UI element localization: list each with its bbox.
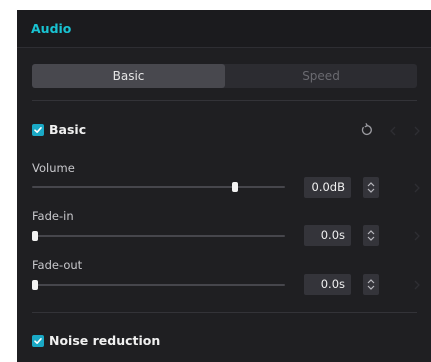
checkmark-icon [34,338,42,344]
tab-basic[interactable]: Basic [32,64,225,88]
fade-in-slider-thumb[interactable] [32,231,38,241]
volume-value-field[interactable]: 0.0dB [304,177,351,198]
basic-checkbox[interactable] [32,124,44,136]
volume-label: Volume [32,161,75,175]
panel-title: Audio [31,21,72,36]
volume-stepper[interactable] [363,177,379,198]
checkmark-icon [34,127,42,133]
volume-slider-track[interactable] [32,186,285,188]
tab-speed[interactable]: Speed [225,64,417,88]
volume-slider-thumb[interactable] [232,182,239,192]
audio-panel: Audio Basic Speed Basic Volume 0.0dB Fad… [17,10,431,362]
divider [32,312,417,313]
fade-in-value-field[interactable]: 0.0s [304,225,351,246]
stepper-arrows-icon [367,230,375,241]
chevron-right-icon [414,126,420,136]
fade-out-label: Fade-out [32,258,83,272]
screenshot-frame: Audio Basic Speed Basic Volume 0.0dB Fad… [0,0,431,362]
fade-in-stepper[interactable] [363,225,379,246]
divider [32,100,417,101]
reset-icon[interactable] [360,123,374,137]
stepper-arrows-icon [367,182,375,193]
basic-section-label: Basic [49,122,87,137]
stepper-arrows-icon [367,279,375,290]
basic-section-header: Basic [32,122,232,139]
fade-out-keyframe-icon [414,280,420,290]
fade-out-slider-track[interactable] [32,284,285,286]
fade-out-stepper[interactable] [363,274,379,295]
volume-keyframe-icon [414,183,420,193]
chevron-left-icon [390,126,396,136]
fade-in-label: Fade-in [32,209,74,223]
fade-out-value-field[interactable]: 0.0s [304,274,351,295]
fade-out-slider-thumb[interactable] [32,280,38,290]
noise-reduction-label: Noise reduction [49,333,161,348]
tab-bar: Basic Speed [32,64,417,88]
noise-reduction-checkbox[interactable] [32,335,44,347]
fade-in-keyframe-icon [414,231,420,241]
fade-in-slider-track[interactable] [32,235,285,237]
panel-header: Audio [17,10,431,48]
noise-reduction-header: Noise reduction [32,333,282,350]
